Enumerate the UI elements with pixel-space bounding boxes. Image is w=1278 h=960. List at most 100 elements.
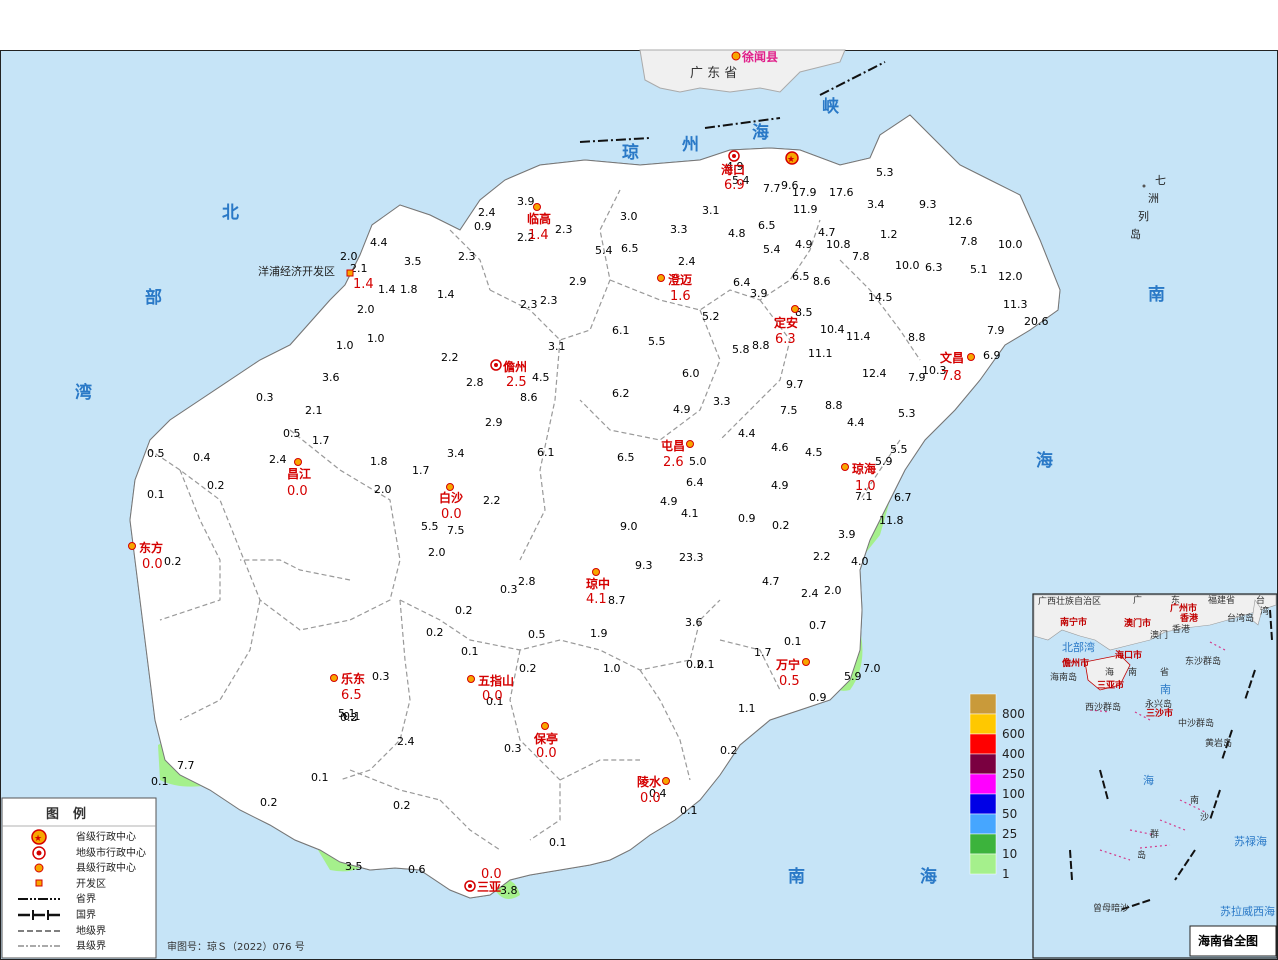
- station-value: 0.2: [164, 555, 182, 568]
- inset-label: 海口市: [1115, 649, 1142, 661]
- scale-label: 10: [1002, 847, 1017, 861]
- station-value: 2.4: [269, 453, 287, 466]
- station-value: 4.9: [795, 238, 813, 251]
- station-value: 0.2: [393, 799, 411, 812]
- station-value: 0.5: [283, 427, 301, 440]
- station-value: 9.0: [620, 520, 638, 533]
- county-icon: [446, 483, 454, 491]
- precipitation-map: 广 东 省 徐闻县 琼 州 海 峡 北 部 湾 南 海 南 海 七 洲 列 岛 …: [0, 0, 1278, 960]
- station-value: 0.9: [809, 691, 827, 704]
- city-value: 6.3: [775, 332, 796, 347]
- inset-label: 香港: [1179, 612, 1199, 624]
- station-value: 3.4: [447, 447, 465, 460]
- station-value: 2.4: [678, 255, 696, 268]
- scale-swatch: [969, 693, 997, 715]
- south-sea-char-1: 南: [1148, 284, 1166, 305]
- scale-label: 50: [1002, 807, 1017, 821]
- inset-label: 广西壮族自治区: [1038, 595, 1101, 607]
- station-value: 0.1: [680, 804, 698, 817]
- legend-item-prefecture-boundary: 地级界: [76, 924, 106, 937]
- station-value: 3.9: [838, 528, 856, 541]
- inset-label: 三沙市: [1146, 707, 1173, 719]
- inset-label: 沙: [1200, 812, 1209, 823]
- station-value: 0.2: [340, 711, 358, 724]
- station-value: 0.1: [784, 635, 802, 648]
- station-value: 7.0: [863, 662, 881, 675]
- station-value: 11.4: [846, 330, 871, 343]
- city-value: 1.0: [855, 479, 876, 494]
- station-value: 2.9: [569, 275, 587, 288]
- city-name: 保亭: [533, 731, 558, 746]
- station-value: 1.7: [754, 646, 772, 659]
- station-value: 6.5: [617, 451, 635, 464]
- station-value: 20.6: [1024, 315, 1049, 328]
- station-value: 5.5: [890, 443, 908, 456]
- svg-text:★: ★: [34, 834, 42, 844]
- legend-item-province-boundary: 省界: [76, 892, 96, 905]
- south-sea-bottom-char-1: 南: [788, 866, 806, 887]
- south-sea-char-2: 海: [1036, 450, 1054, 471]
- city-value: 0.5: [779, 674, 800, 689]
- county-icon: [533, 203, 541, 211]
- legend-icon-provincial: ★: [31, 829, 47, 845]
- scale-swatch: [969, 833, 997, 855]
- station-value: 3.6: [322, 371, 340, 384]
- station-value: 8.6: [520, 391, 538, 404]
- station-value: 3.0: [620, 210, 638, 223]
- station-value: 5.4: [595, 244, 613, 257]
- city-name: 澄迈: [668, 272, 692, 287]
- county-icon: [294, 458, 302, 466]
- prefecture-city-icon-dot: [732, 154, 736, 158]
- station-value: 4.4: [738, 427, 756, 440]
- county-icon: [330, 674, 338, 682]
- station-value: 3.6: [685, 616, 703, 629]
- city-name: 临高: [527, 211, 551, 226]
- star-icon: ★: [787, 155, 795, 165]
- station-value: 7.5: [447, 524, 465, 537]
- city-value: 6.9: [724, 178, 745, 193]
- station-value: 2.2: [813, 550, 831, 563]
- legend-item-prefecture: 地级市行政中心: [76, 846, 146, 859]
- xuwen-label: 徐闻县: [741, 49, 778, 64]
- city-value: 0.0: [640, 791, 661, 806]
- station-value: 1.2: [880, 228, 898, 241]
- dev-zone-value: 1.4: [353, 277, 374, 292]
- strait-char-1: 琼: [622, 142, 640, 163]
- city-value: 0.0: [536, 746, 557, 761]
- inset-label: 台: [1256, 594, 1265, 606]
- station-value: 0.1: [697, 658, 715, 671]
- station-value: 12.4: [862, 367, 887, 380]
- inset-label: 广: [1133, 594, 1142, 606]
- county-icon: [657, 274, 665, 282]
- inset-title: 海南省全图: [1198, 933, 1258, 948]
- station-value: 6.7: [894, 491, 912, 504]
- station-value: 7.7: [177, 759, 195, 772]
- station-value: 7.8: [960, 235, 978, 248]
- scale-swatch: [969, 773, 997, 795]
- station-value: 3.3: [670, 223, 688, 236]
- city-name: 东方: [139, 540, 163, 555]
- station-value: 0.6: [408, 863, 426, 876]
- inset-label: 省: [1160, 666, 1169, 678]
- inset-label: 苏禄海: [1234, 834, 1267, 848]
- station-value: 6.3: [925, 261, 943, 274]
- station-value: 12.0: [998, 270, 1023, 283]
- station-value: 5.3: [876, 166, 894, 179]
- inset-label: 台湾岛: [1227, 612, 1254, 624]
- dev-zone-marker: [346, 269, 354, 277]
- legend-item-county-boundary: 县级界: [76, 940, 106, 952]
- station-value: 6.9: [983, 349, 1001, 362]
- station-value: 8.7: [608, 594, 626, 607]
- station-value: 2.3: [555, 223, 573, 236]
- station-value: 5.5: [648, 335, 666, 348]
- inset-label: 南: [1190, 794, 1199, 806]
- inset-label: 群: [1150, 828, 1159, 840]
- inset-label: 福建省: [1208, 594, 1235, 606]
- legend-icon-county: [34, 863, 44, 873]
- station-value: 0.5: [147, 447, 165, 460]
- station-value: 17.6: [829, 186, 854, 199]
- station-value: 8.8: [908, 331, 926, 344]
- inset-label: 南宁市: [1060, 616, 1087, 628]
- station-value: 8.8: [752, 339, 770, 352]
- station-value: 0.2: [720, 744, 738, 757]
